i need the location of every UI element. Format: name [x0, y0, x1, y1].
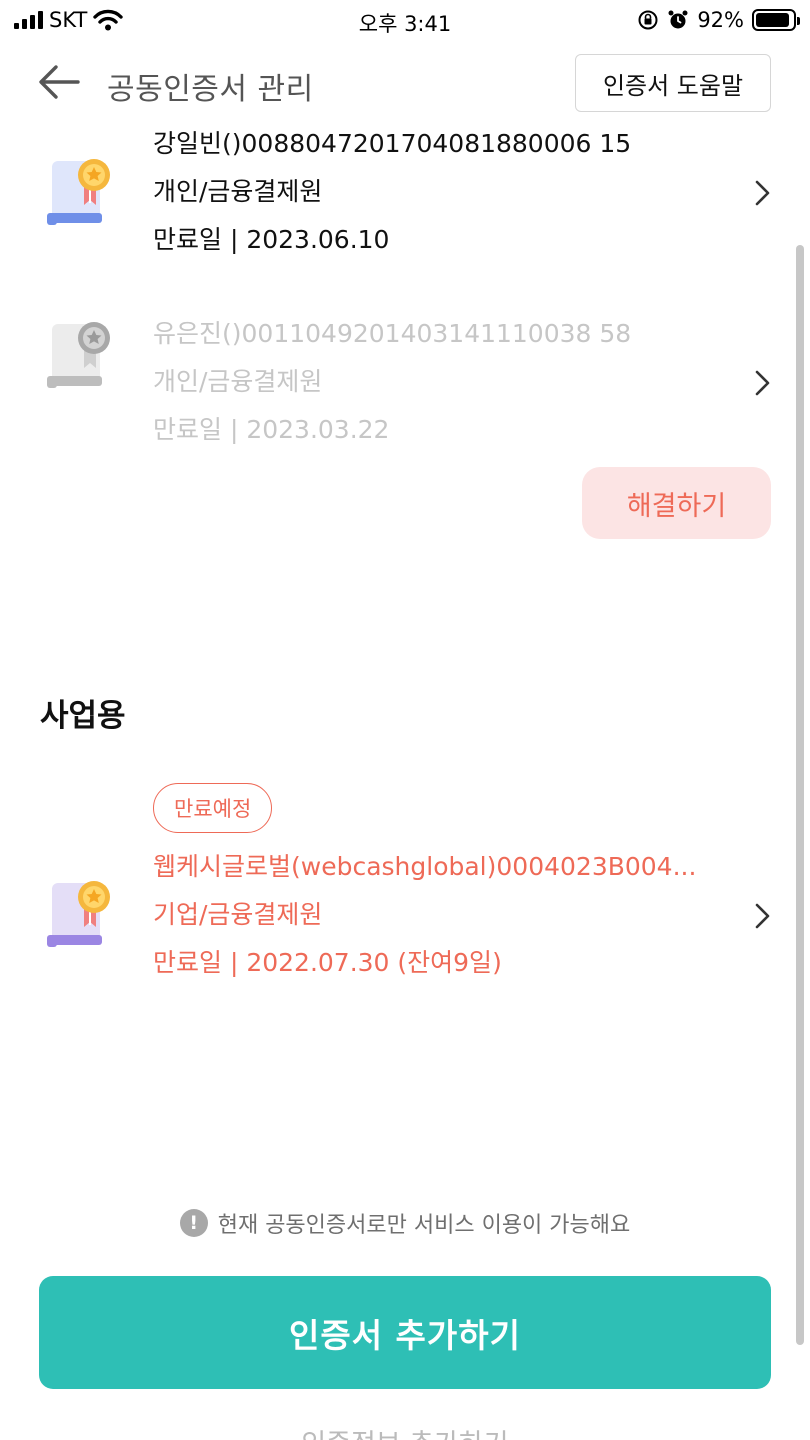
expiring-badge: 만료예정 — [153, 783, 273, 833]
scrollbar[interactable] — [796, 245, 804, 1345]
cert-type: 기업/금융결제원 — [153, 900, 323, 929]
certificate-help-button[interactable]: 인증서 도움말 — [575, 54, 771, 112]
chevron-right-icon — [755, 180, 770, 206]
status-right: 92% — [637, 8, 800, 32]
cert-name: 유은진()0011049201403141110038 58 — [153, 319, 632, 348]
info-note: ! 현재 공동인증서로만 서비스 이용이 가능해요 — [0, 1207, 810, 1239]
alarm-icon — [668, 10, 688, 29]
certificate-icon — [47, 881, 110, 947]
app-header: 공동인증서 관리 인증서 도움말 — [0, 50, 810, 116]
cert-item-2[interactable]: 유은진()0011049201403141110038 58 개인/금융결제원 … — [0, 310, 810, 460]
certificate-icon — [47, 322, 110, 388]
battery-icon — [752, 9, 800, 31]
chevron-right-icon — [755, 903, 770, 929]
orientation-lock-icon — [638, 10, 658, 30]
resolve-button[interactable]: 해결하기 — [582, 467, 771, 539]
cert-expiry: 만료일 | 2023.06.10 — [153, 225, 390, 254]
cert-name: 강일빈()0088047201704081880006 15 — [153, 129, 632, 158]
section-title-business: 사업용 — [40, 698, 126, 734]
cert-type: 개인/금융결제원 — [153, 177, 323, 206]
cert-name: 웹케시글로벌(webcashglobal)0004023B004... — [153, 852, 697, 881]
cert-type: 개인/금융결제원 — [153, 367, 323, 396]
cert-expiry: 만료일 | 2022.07.30 (잔여9일) — [153, 948, 502, 977]
page-title: 공동인증서 관리 — [107, 72, 314, 107]
chevron-right-icon — [755, 370, 770, 396]
back-arrow-icon[interactable] — [36, 62, 82, 102]
cert-item-business[interactable]: 웹케시글로벌(webcashglobal)0004023B004... 기업/금… — [0, 843, 810, 993]
battery-percent: 92% — [697, 8, 744, 32]
info-note-text: 현재 공동인증서로만 서비스 이용이 가능해요 — [217, 1213, 631, 1238]
cert-expiry: 만료일 | 2023.03.22 — [153, 415, 390, 444]
add-certificate-button[interactable]: 인증서 추가하기 — [39, 1276, 771, 1389]
status-bar: SKT 오후 3:41 92% — [0, 0, 810, 44]
certificate-icon — [47, 159, 110, 225]
info-icon: ! — [179, 1209, 208, 1237]
add-auth-info-link[interactable]: 인증정보 추가하기 — [0, 1422, 810, 1440]
cert-item-1[interactable]: 강일빈()0088047201704081880006 15 개인/금융결제원 … — [0, 120, 810, 270]
